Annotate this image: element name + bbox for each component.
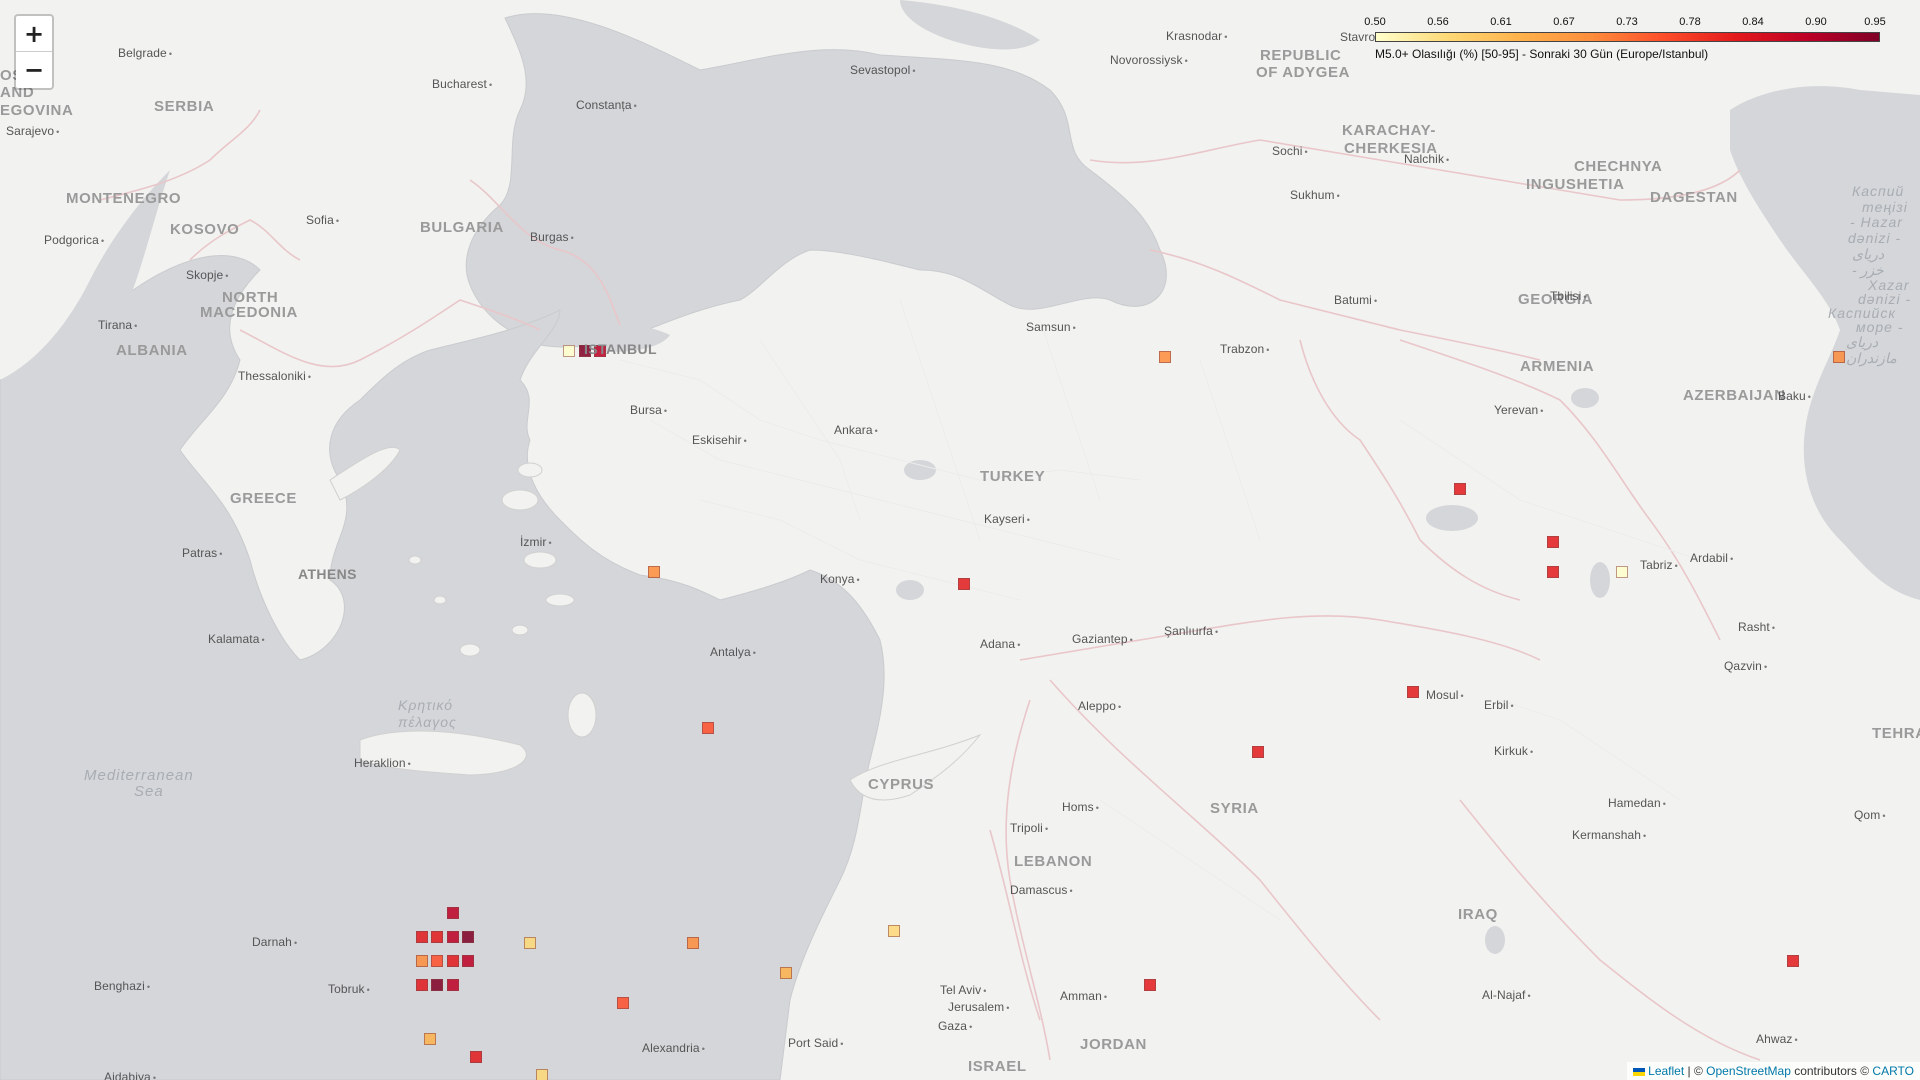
legend-tick: 0.56 (1427, 16, 1449, 28)
probability-cell[interactable] (958, 578, 970, 590)
legend-tick: 0.84 (1742, 16, 1764, 28)
legend-tick: 0.67 (1553, 16, 1575, 28)
probability-cell[interactable] (524, 937, 536, 949)
probability-cell[interactable] (1787, 955, 1799, 967)
probability-cell[interactable] (1407, 686, 1419, 698)
probability-cell[interactable] (1252, 746, 1264, 758)
legend-tick: 0.61 (1490, 16, 1512, 28)
probability-cell[interactable] (687, 937, 699, 949)
probability-cell[interactable] (431, 979, 443, 991)
map-attribution: Leaflet | © OpenStreetMap contributors ©… (1627, 1062, 1920, 1080)
legend-tick: 0.95 (1864, 16, 1886, 28)
probability-cell[interactable] (1833, 351, 1845, 363)
probability-cell[interactable] (1454, 483, 1466, 495)
leaflet-link[interactable]: Leaflet (1648, 1064, 1684, 1078)
probability-cell[interactable] (462, 931, 474, 943)
probability-cell[interactable] (447, 955, 459, 967)
probability-cell[interactable] (536, 1069, 548, 1080)
color-legend: 0.50 0.56 0.61 0.67 0.73 0.78 0.84 0.90 … (1364, 12, 1885, 68)
basemap[interactable] (0, 0, 1920, 1080)
legend-tick: 0.78 (1679, 16, 1701, 28)
probability-cell[interactable] (431, 955, 443, 967)
map-container[interactable]: SERBIA MONTENEGRO KOSOVO BULGARIA NORTH MACED… (0, 0, 1920, 1080)
probability-cell[interactable] (579, 345, 591, 357)
ukraine-flag-icon (1633, 1067, 1646, 1076)
zoom-out-button[interactable]: − (16, 52, 52, 88)
probability-cell[interactable] (431, 931, 443, 943)
probability-cell[interactable] (424, 1033, 436, 1045)
openstreetmap-link[interactable]: OpenStreetMap (1706, 1064, 1791, 1078)
probability-cell[interactable] (1159, 351, 1171, 363)
probability-cell[interactable] (594, 345, 606, 357)
probability-cell[interactable] (416, 931, 428, 943)
probability-cell[interactable] (648, 566, 660, 578)
probability-cell[interactable] (462, 955, 474, 967)
probability-cell[interactable] (447, 907, 459, 919)
legend-tick: 0.50 (1364, 16, 1386, 28)
probability-cell[interactable] (563, 345, 575, 357)
probability-cell[interactable] (1144, 979, 1156, 991)
probability-cell[interactable] (416, 979, 428, 991)
attribution-contributors: contributors © (1790, 1064, 1873, 1078)
zoom-control: + − (14, 14, 54, 90)
zoom-in-button[interactable]: + (16, 16, 52, 52)
probability-cell[interactable] (1547, 536, 1559, 548)
legend-tick: 0.90 (1805, 16, 1827, 28)
probability-cell[interactable] (617, 997, 629, 1009)
probability-cell[interactable] (1616, 566, 1628, 578)
probability-cell[interactable] (447, 931, 459, 943)
probability-cell[interactable] (702, 722, 714, 734)
probability-cell[interactable] (1547, 566, 1559, 578)
carto-link[interactable]: CARTO (1872, 1064, 1914, 1078)
legend-tick: 0.73 (1616, 16, 1638, 28)
probability-cell[interactable] (470, 1051, 482, 1063)
probability-cell[interactable] (447, 979, 459, 991)
legend-caption: M5.0+ Olasılığı (%) [50-95] - Sonraki 30… (1375, 47, 1709, 61)
legend-ticks: 0.50 0.56 0.61 0.67 0.73 0.78 0.84 0.90 … (1364, 16, 1885, 30)
probability-cell[interactable] (416, 955, 428, 967)
legend-color-bar (1375, 32, 1880, 42)
probability-cell[interactable] (888, 925, 900, 937)
attribution-separator: | © (1684, 1064, 1707, 1078)
probability-cell[interactable] (780, 967, 792, 979)
